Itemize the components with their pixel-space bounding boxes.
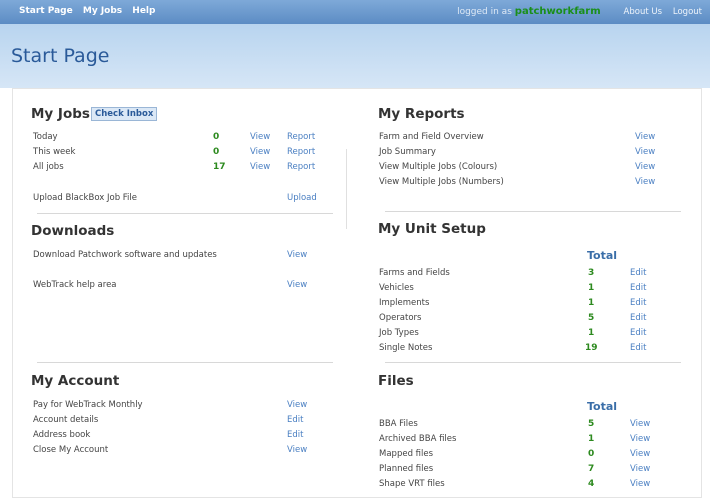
archived-bba-view-link[interactable]: View [630, 434, 650, 444]
jobs-week-count: 0 [213, 147, 220, 157]
downloads-heading: Downloads [31, 223, 115, 239]
dashboard-panel: My Jobs Check Inbox Today 0 View Report … [12, 88, 702, 498]
about-us-link[interactable]: About Us [624, 7, 662, 17]
job-types-edit-link[interactable]: Edit [630, 328, 646, 338]
mapped-files-label: Mapped files [379, 449, 434, 459]
username: patchworkfarm [514, 6, 601, 17]
divider [385, 362, 681, 363]
vehicles-edit-link[interactable]: Edit [630, 283, 646, 293]
archived-bba-count: 1 [588, 434, 595, 444]
my-account-heading: My Account [31, 373, 120, 389]
multiple-jobs-numbers-label: View Multiple Jobs (Numbers) [379, 177, 504, 187]
user-area: logged in as patchworkfarm About Us Logo… [457, 6, 702, 17]
jobs-week-view-link[interactable]: View [250, 147, 270, 157]
farm-overview-label: Farm and Field Overview [379, 132, 484, 142]
operators-label: Operators [379, 313, 422, 323]
job-summary-view-link[interactable]: View [635, 147, 655, 157]
operators-edit-link[interactable]: Edit [630, 313, 646, 323]
implements-label: Implements [379, 298, 430, 308]
pay-webtrack-view-link[interactable]: View [287, 400, 307, 410]
jobs-week-label: This week [33, 147, 76, 157]
account-details-edit-link[interactable]: Edit [287, 415, 303, 425]
planned-files-count: 7 [588, 464, 595, 474]
close-account-view-link[interactable]: View [287, 445, 307, 455]
jobs-week-report-link[interactable]: Report [287, 147, 315, 157]
farms-fields-edit-link[interactable]: Edit [630, 268, 646, 278]
jobs-today-label: Today [33, 132, 58, 142]
nav-help[interactable]: Help [132, 6, 155, 16]
my-jobs-heading: My Jobs [31, 106, 90, 122]
jobs-today-view-link[interactable]: View [250, 132, 270, 142]
jobs-all-label: All jobs [33, 162, 64, 172]
unit-setup-heading: My Unit Setup [378, 221, 486, 237]
divider [37, 362, 333, 363]
multiple-jobs-colours-view-link[interactable]: View [635, 162, 655, 172]
jobs-all-report-link[interactable]: Report [287, 162, 315, 172]
multiple-jobs-numbers-view-link[interactable]: View [635, 177, 655, 187]
nav-start-page[interactable]: Start Page [19, 6, 73, 16]
webtrack-help-label: WebTrack help area [33, 280, 117, 290]
divider [37, 213, 333, 214]
jobs-all-count: 17 [213, 162, 226, 172]
files-heading: Files [378, 373, 414, 389]
upload-blackbox-label: Upload BlackBox Job File [33, 193, 138, 203]
account-details-label: Account details [33, 415, 99, 425]
shape-vrt-view-link[interactable]: View [630, 479, 650, 489]
jobs-all-view-link[interactable]: View [250, 162, 270, 172]
nav-my-jobs[interactable]: My Jobs [83, 6, 122, 16]
vehicles-label: Vehicles [379, 283, 414, 293]
download-software-label: Download Patchwork software and updates [33, 250, 217, 260]
address-book-label: Address book [33, 430, 91, 440]
column-divider [346, 149, 347, 229]
bba-files-count: 5 [588, 419, 595, 429]
single-notes-label: Single Notes [379, 343, 433, 353]
unit-setup-total-header: Total [587, 249, 618, 262]
mapped-files-view-link[interactable]: View [630, 449, 650, 459]
pay-webtrack-label: Pay for WebTrack Monthly [33, 400, 143, 410]
planned-files-view-link[interactable]: View [630, 464, 650, 474]
main-nav: Start Page My Jobs Help [19, 6, 162, 16]
divider [385, 211, 681, 212]
planned-files-label: Planned files [379, 464, 434, 474]
bba-files-view-link[interactable]: View [630, 419, 650, 429]
farms-fields-count: 3 [588, 268, 595, 278]
top-nav-bar: Start Page My Jobs Help logged in as pat… [0, 0, 710, 24]
jobs-today-report-link[interactable]: Report [287, 132, 315, 142]
vehicles-count: 1 [588, 283, 595, 293]
farm-overview-view-link[interactable]: View [635, 132, 655, 142]
files-total-header: Total [587, 400, 618, 413]
implements-count: 1 [588, 298, 595, 308]
shape-vrt-count: 4 [588, 479, 595, 489]
farms-fields-label: Farms and Fields [379, 268, 450, 278]
operators-count: 5 [588, 313, 595, 323]
single-notes-count: 19 [585, 343, 598, 353]
address-book-edit-link[interactable]: Edit [287, 430, 303, 440]
job-types-count: 1 [588, 328, 595, 338]
mapped-files-count: 0 [588, 449, 595, 459]
implements-edit-link[interactable]: Edit [630, 298, 646, 308]
job-summary-label: Job Summary [379, 147, 436, 157]
webtrack-help-view-link[interactable]: View [287, 280, 307, 290]
multiple-jobs-colours-label: View Multiple Jobs (Colours) [379, 162, 498, 172]
archived-bba-label: Archived BBA files [379, 434, 457, 444]
logged-in-label: logged in as [457, 7, 512, 17]
page-title: Start Page [11, 45, 110, 67]
bba-files-label: BBA Files [379, 419, 418, 429]
logout-link[interactable]: Logout [673, 7, 702, 17]
download-software-view-link[interactable]: View [287, 250, 307, 260]
my-reports-heading: My Reports [378, 106, 465, 122]
upload-link[interactable]: Upload [287, 193, 317, 203]
check-inbox-button[interactable]: Check Inbox [91, 107, 158, 121]
page-header: Start Page [0, 24, 710, 88]
close-account-label: Close My Account [33, 445, 109, 455]
single-notes-edit-link[interactable]: Edit [630, 343, 646, 353]
shape-vrt-label: Shape VRT files [379, 479, 445, 489]
job-types-label: Job Types [379, 328, 419, 338]
jobs-today-count: 0 [213, 132, 220, 142]
